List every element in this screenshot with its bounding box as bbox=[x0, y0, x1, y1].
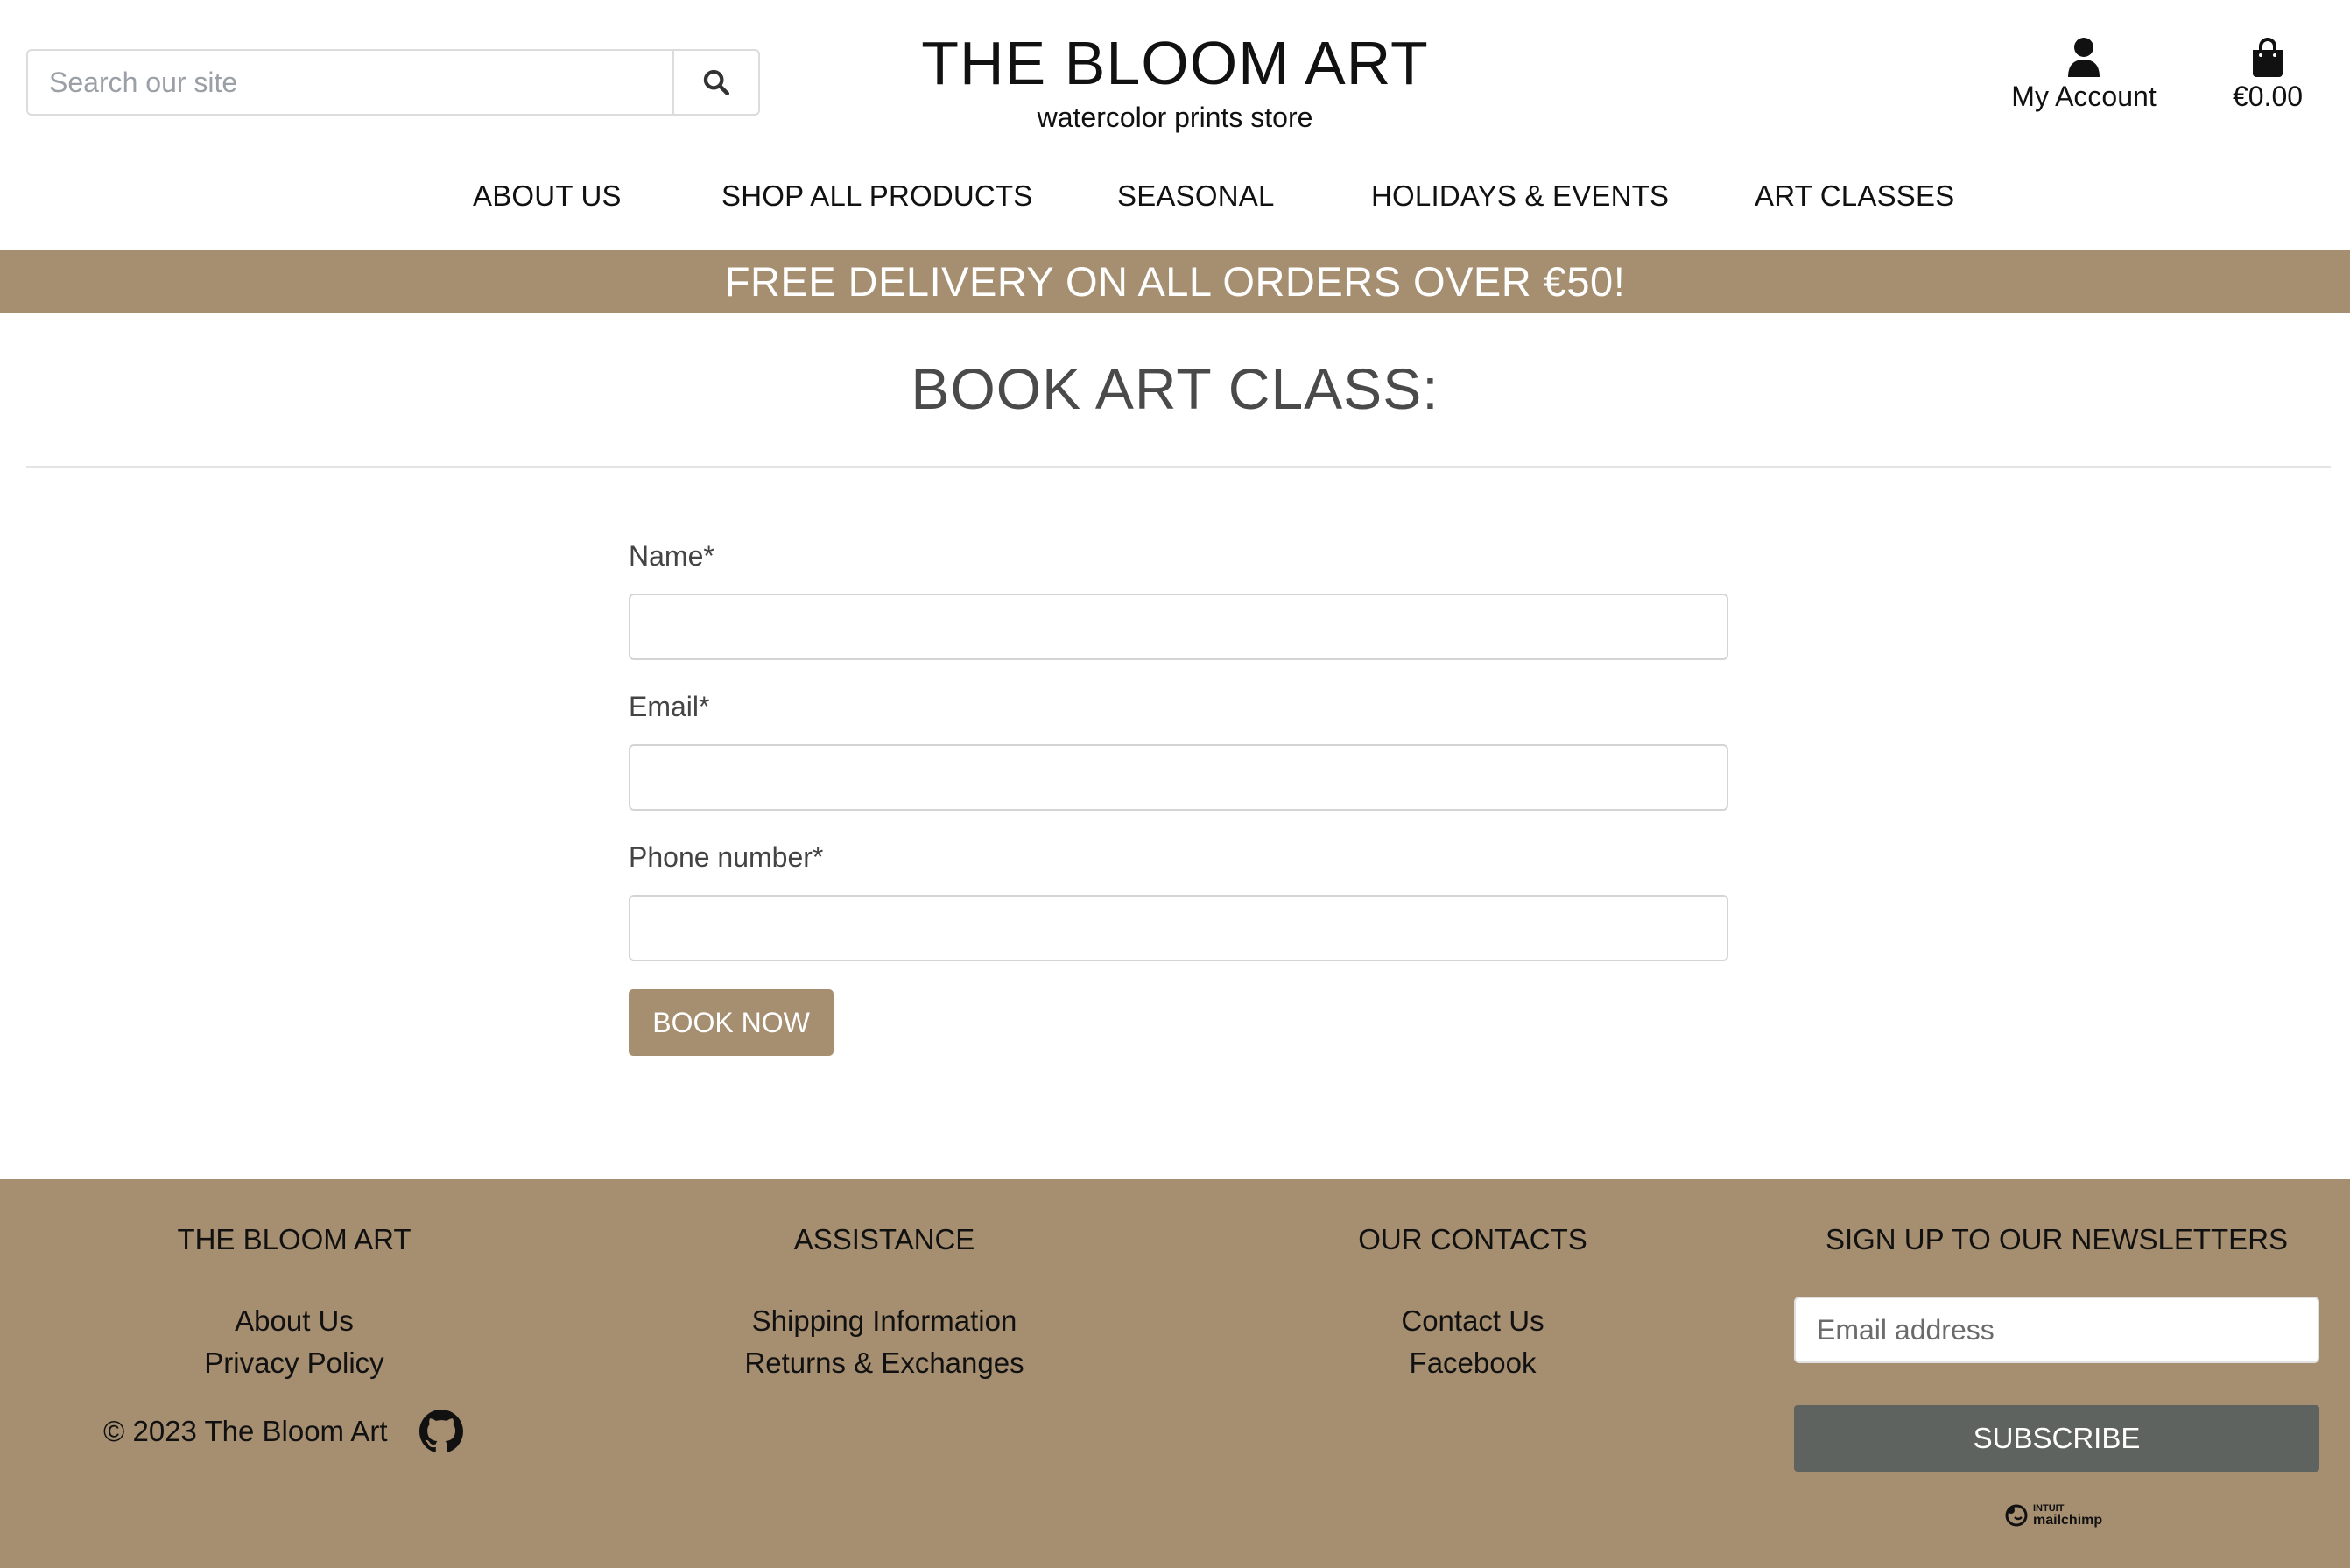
footer-col-contacts: OUR CONTACTS Contact Us Facebook bbox=[1298, 1223, 1648, 1384]
search-button[interactable] bbox=[672, 51, 758, 114]
cart-total: €0.00 bbox=[2232, 81, 2304, 112]
footer-heading-contacts: OUR CONTACTS bbox=[1358, 1223, 1587, 1255]
copyright: © 2023 The Bloom Art bbox=[103, 1410, 463, 1453]
footer-col-assistance: ASSISTANCE Shipping Information Returns … bbox=[709, 1223, 1059, 1384]
mailchimp-logo-icon bbox=[2005, 1504, 2028, 1527]
main-nav: ABOUT US SHOP ALL PRODUCTS SEASONAL HOLI… bbox=[0, 179, 2350, 223]
phone-field[interactable] bbox=[629, 895, 1728, 961]
copyright-text: © 2023 The Bloom Art bbox=[103, 1415, 388, 1447]
footer-heading-newsletter: SIGN UP TO OUR NEWSLETTERS bbox=[1825, 1223, 2289, 1255]
nav-seasonal[interactable]: SEASONAL bbox=[1117, 179, 1275, 213]
phone-label: Phone number* bbox=[629, 841, 824, 873]
github-link[interactable] bbox=[419, 1410, 463, 1453]
footer-col-brand: THE BLOOM ART About Us Privacy Policy bbox=[119, 1223, 469, 1384]
shopping-bag-icon bbox=[2253, 38, 2283, 77]
name-label: Name* bbox=[629, 540, 714, 572]
footer-link-privacy-policy[interactable]: Privacy Policy bbox=[119, 1342, 469, 1384]
nav-shop-all-products[interactable]: SHOP ALL PRODUCTS bbox=[721, 179, 1033, 213]
footer-link-shipping-information[interactable]: Shipping Information bbox=[709, 1300, 1059, 1342]
my-account-link[interactable]: My Account bbox=[1996, 37, 2171, 113]
mailchimp-big-text: mailchimp bbox=[2033, 1513, 2103, 1528]
book-now-button[interactable]: BOOK NOW bbox=[629, 989, 834, 1056]
footer-heading-assistance: ASSISTANCE bbox=[793, 1223, 975, 1255]
cart-link[interactable]: €0.00 bbox=[2215, 37, 2320, 113]
github-icon bbox=[419, 1410, 463, 1452]
search-input[interactable] bbox=[28, 51, 672, 114]
title-divider bbox=[26, 466, 2331, 468]
footer-link-facebook[interactable]: Facebook bbox=[1298, 1342, 1648, 1384]
mailchimp-link[interactable]: INTUIT mailchimp bbox=[2003, 1501, 2102, 1528]
footer-link-returns-exchanges[interactable]: Returns & Exchanges bbox=[709, 1342, 1059, 1384]
my-account-label: My Account bbox=[2011, 81, 2157, 112]
footer-heading-brand: THE BLOOM ART bbox=[177, 1223, 412, 1255]
subscribe-button[interactable]: SUBSCRIBE bbox=[1794, 1405, 2319, 1472]
footer-col-newsletter: SIGN UP TO OUR NEWSLETTERS bbox=[1794, 1223, 2319, 1300]
email-field[interactable] bbox=[629, 744, 1728, 811]
delivery-banner-text: FREE DELIVERY ON ALL ORDERS OVER €50! bbox=[724, 258, 1626, 305]
nav-art-classes[interactable]: ART CLASSES bbox=[1755, 179, 1954, 213]
footer: THE BLOOM ART About Us Privacy Policy © … bbox=[0, 1179, 2350, 1568]
search-icon bbox=[703, 69, 730, 96]
page-title: BOOK ART CLASS: bbox=[911, 356, 1439, 421]
user-icon bbox=[2068, 38, 2100, 77]
page-root: THE BLOOM ART watercolor prints store My… bbox=[0, 0, 2350, 1568]
newsletter-email-field[interactable] bbox=[1794, 1297, 2319, 1363]
name-field[interactable] bbox=[629, 594, 1728, 660]
email-label: Email* bbox=[629, 691, 710, 722]
footer-link-contact-us[interactable]: Contact Us bbox=[1298, 1300, 1648, 1342]
mailchimp-wordmark: INTUIT mailchimp bbox=[2033, 1503, 2103, 1528]
search-form bbox=[26, 49, 760, 116]
nav-holidays-events[interactable]: HOLIDAYS & EVENTS bbox=[1371, 179, 1669, 213]
delivery-banner: FREE DELIVERY ON ALL ORDERS OVER €50! bbox=[0, 250, 2350, 313]
nav-about-us[interactable]: ABOUT US bbox=[473, 179, 622, 213]
footer-link-about-us[interactable]: About Us bbox=[119, 1300, 469, 1342]
